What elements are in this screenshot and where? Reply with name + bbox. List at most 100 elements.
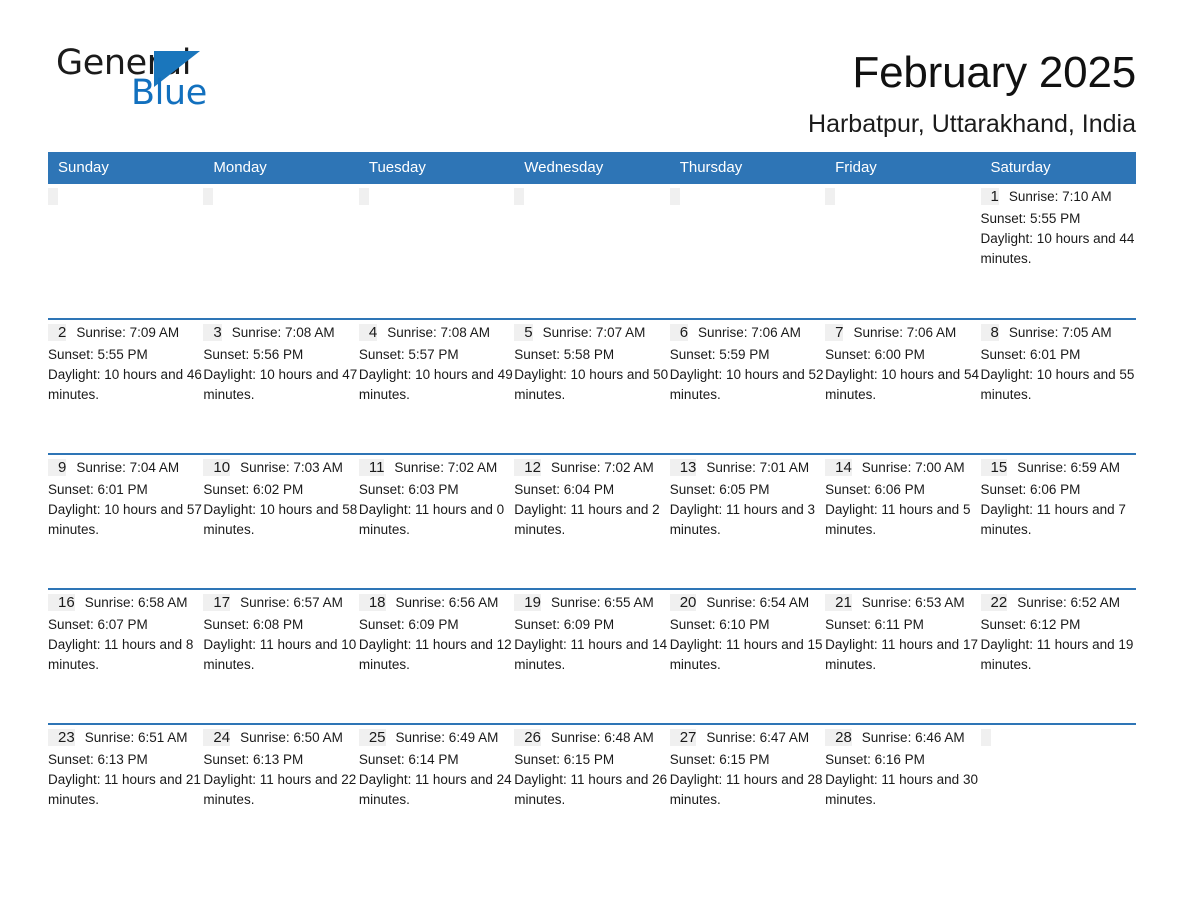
calendar-day-cell xyxy=(358,183,514,319)
day-number: 25 xyxy=(358,729,386,746)
calendar-day-cell[interactable]: 19 Sunrise: 6:55 AM Sunset: 6:09 PM Dayli… xyxy=(514,588,670,724)
calendar-day-cell[interactable]: 15 Sunrise: 6:59 AM Sunset: 6:06 PM Dayli… xyxy=(980,453,1136,589)
calendar-day-cell xyxy=(669,183,825,319)
weekday-header-thursday: Thursday xyxy=(669,152,826,184)
day-details xyxy=(991,724,1007,745)
day-details: Sunrise: 7:10 AM Sunset: 5:55 PM Dayligh… xyxy=(980,189,1135,266)
calendar-day-cell[interactable]: 18 Sunrise: 6:56 AM Sunset: 6:09 PM Dayli… xyxy=(358,588,515,724)
day-number: 15 xyxy=(980,459,1008,476)
calendar-day-cell[interactable]: 23 Sunrise: 6:51 AM Sunset: 6:13 PM Dayli… xyxy=(48,723,204,859)
calendar-day-cell[interactable]: 20 Sunrise: 6:54 AM Sunset: 6:10 PM Dayli… xyxy=(669,588,826,724)
day-details xyxy=(835,183,851,204)
calendar-day-cell[interactable]: 8 Sunrise: 7:05 AM Sunset: 6:01 PM Daylig… xyxy=(980,318,1136,454)
day-details xyxy=(58,183,74,204)
weekday-header-sunday: Sunday xyxy=(48,152,204,184)
page-title: February 2025 xyxy=(852,48,1136,97)
day-number xyxy=(669,188,680,205)
calendar-day-cell[interactable]: 3 Sunrise: 7:08 AM Sunset: 5:56 PM Daylig… xyxy=(203,318,359,454)
general-blue-logo: General Blue xyxy=(56,44,256,122)
day-details xyxy=(213,183,229,204)
day-details: Sunrise: 7:06 AM Sunset: 5:59 PM Dayligh… xyxy=(669,325,824,402)
calendar-week-row: 16 Sunrise: 6:58 AM Sunset: 6:07 PM Dayli… xyxy=(48,588,1136,724)
sunrise-sunset-calendar-table: Sunday Monday Tuesday Wednesday Thursday… xyxy=(48,152,1136,859)
calendar-day-cell[interactable]: 10 Sunrise: 7:03 AM Sunset: 6:02 PM Dayli… xyxy=(203,453,359,589)
day-details: Sunrise: 7:06 AM Sunset: 6:00 PM Dayligh… xyxy=(825,325,979,402)
day-number: 26 xyxy=(514,729,541,746)
calendar-day-cell[interactable]: 21 Sunrise: 6:53 AM Sunset: 6:11 PM Dayli… xyxy=(825,588,981,724)
day-number: 1 xyxy=(980,188,999,205)
weekday-header-friday: Friday xyxy=(825,152,981,184)
calendar-header-row: Sunday Monday Tuesday Wednesday Thursday… xyxy=(48,152,1136,184)
day-details: Sunrise: 7:09 AM Sunset: 5:55 PM Dayligh… xyxy=(48,325,202,402)
day-details: Sunrise: 7:04 AM Sunset: 6:01 PM Dayligh… xyxy=(48,460,202,537)
calendar-day-cell[interactable]: 7 Sunrise: 7:06 AM Sunset: 6:00 PM Daylig… xyxy=(825,318,981,454)
calendar-day-cell[interactable]: 25 Sunrise: 6:49 AM Sunset: 6:14 PM Dayli… xyxy=(358,723,515,859)
calendar-day-cell[interactable]: 1 Sunrise: 7:10 AM Sunset: 5:55 PM Daylig… xyxy=(980,184,1136,319)
day-number: 21 xyxy=(825,594,852,611)
calendar-week-row: 2 Sunrise: 7:09 AM Sunset: 5:55 PM Daylig… xyxy=(48,318,1136,454)
day-details xyxy=(369,183,385,204)
day-number: 14 xyxy=(825,459,852,476)
day-number: 27 xyxy=(669,729,697,746)
calendar-body: 1 Sunrise: 7:10 AM Sunset: 5:55 PM Daylig… xyxy=(48,184,1136,859)
day-details xyxy=(524,183,540,204)
day-number: 18 xyxy=(358,594,386,611)
day-number xyxy=(514,188,525,205)
calendar-week-row: 9 Sunrise: 7:04 AM Sunset: 6:01 PM Daylig… xyxy=(48,453,1136,589)
day-number: 2 xyxy=(48,324,67,341)
day-details: Sunrise: 7:08 AM Sunset: 5:56 PM Dayligh… xyxy=(203,325,358,402)
day-details: Sunrise: 7:07 AM Sunset: 5:58 PM Dayligh… xyxy=(514,325,669,402)
calendar-day-cell xyxy=(203,184,358,319)
calendar-page: General Blue February 2025 Harbatpur, Ut… xyxy=(0,0,1188,918)
calendar-day-cell xyxy=(48,184,203,319)
day-number: 3 xyxy=(203,324,222,341)
calendar-day-cell[interactable]: 4 Sunrise: 7:08 AM Sunset: 5:57 PM Daylig… xyxy=(358,318,515,454)
calendar-day-cell[interactable]: 14 Sunrise: 7:00 AM Sunset: 6:06 PM Dayli… xyxy=(825,453,981,589)
calendar-day-cell xyxy=(825,184,980,319)
calendar-day-cell[interactable]: 27 Sunrise: 6:47 AM Sunset: 6:15 PM Dayli… xyxy=(669,723,826,859)
calendar-day-cell[interactable]: 26 Sunrise: 6:48 AM Sunset: 6:15 PM Dayli… xyxy=(514,723,670,859)
day-number: 20 xyxy=(669,594,697,611)
calendar-day-cell[interactable]: 24 Sunrise: 6:50 AM Sunset: 6:13 PM Dayli… xyxy=(203,723,359,859)
day-number xyxy=(980,729,991,746)
day-number: 6 xyxy=(669,324,689,341)
calendar-day-cell[interactable]: 28 Sunrise: 6:46 AM Sunset: 6:16 PM Dayli… xyxy=(825,723,981,859)
day-number: 28 xyxy=(825,729,852,746)
day-number: 10 xyxy=(203,459,231,476)
calendar-day-cell[interactable]: 2 Sunrise: 7:09 AM Sunset: 5:55 PM Daylig… xyxy=(48,318,204,454)
day-details xyxy=(680,183,696,204)
weekday-header-wednesday: Wednesday xyxy=(514,152,670,184)
calendar-day-cell[interactable]: 16 Sunrise: 6:58 AM Sunset: 6:07 PM Dayli… xyxy=(48,588,204,724)
day-number xyxy=(825,188,836,205)
calendar-day-cell[interactable]: 5 Sunrise: 7:07 AM Sunset: 5:58 PM Daylig… xyxy=(514,318,670,454)
day-number: 23 xyxy=(48,729,75,746)
calendar-day-cell[interactable]: 17 Sunrise: 6:57 AM Sunset: 6:08 PM Dayli… xyxy=(203,588,359,724)
calendar-day-cell[interactable]: 6 Sunrise: 7:06 AM Sunset: 5:59 PM Daylig… xyxy=(669,318,826,454)
day-number: 22 xyxy=(980,594,1008,611)
day-number: 13 xyxy=(669,459,697,476)
day-number: 11 xyxy=(358,459,385,476)
calendar-day-cell[interactable]: 11 Sunrise: 7:02 AM Sunset: 6:03 PM Dayli… xyxy=(358,453,515,589)
calendar-day-cell[interactable]: 9 Sunrise: 7:04 AM Sunset: 6:01 PM Daylig… xyxy=(48,453,204,589)
day-number: 17 xyxy=(203,594,231,611)
day-number xyxy=(358,188,369,205)
calendar-week-row: 23 Sunrise: 6:51 AM Sunset: 6:13 PM Dayli… xyxy=(48,723,1136,859)
location-subtitle: Harbatpur, Uttarakhand, India xyxy=(808,110,1136,138)
calendar-day-cell xyxy=(980,723,1136,859)
calendar-day-cell[interactable]: 22 Sunrise: 6:52 AM Sunset: 6:12 PM Dayli… xyxy=(980,588,1136,724)
page-header: General Blue February 2025 Harbatpur, Ut… xyxy=(0,0,1188,152)
day-number: 16 xyxy=(48,594,75,611)
day-number xyxy=(203,188,214,205)
day-number: 4 xyxy=(358,324,378,341)
calendar-week-row: 1 Sunrise: 7:10 AM Sunset: 5:55 PM Daylig… xyxy=(48,184,1136,319)
calendar-day-cell[interactable]: 12 Sunrise: 7:02 AM Sunset: 6:04 PM Dayli… xyxy=(514,453,670,589)
day-number: 7 xyxy=(825,324,844,341)
day-number: 12 xyxy=(514,459,541,476)
day-details: Sunrise: 7:08 AM Sunset: 5:57 PM Dayligh… xyxy=(358,325,513,402)
day-number: 9 xyxy=(48,459,67,476)
weekday-header-saturday: Saturday xyxy=(980,152,1136,184)
weekday-header-monday: Monday xyxy=(203,152,359,184)
day-number: 24 xyxy=(203,729,231,746)
day-details: Sunrise: 7:05 AM Sunset: 6:01 PM Dayligh… xyxy=(980,325,1135,402)
calendar-day-cell[interactable]: 13 Sunrise: 7:01 AM Sunset: 6:05 PM Dayli… xyxy=(669,453,826,589)
